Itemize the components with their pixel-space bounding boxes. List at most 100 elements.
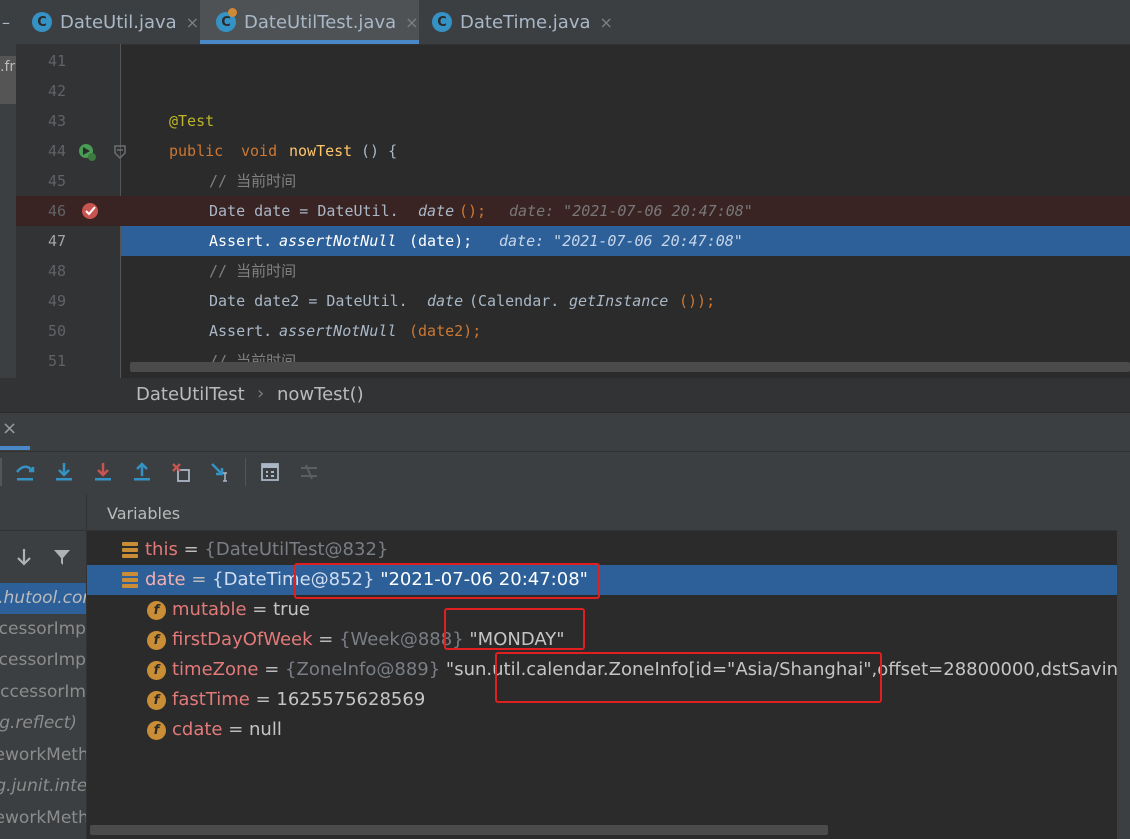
frame-item[interactable]: meworkMethod <box>0 740 86 771</box>
step-into-icon[interactable] <box>50 457 78 487</box>
variable-row-date[interactable]: date = {DateTime@852} "2021-07-06 20:47:… <box>87 565 1117 595</box>
variable-eq: = <box>258 659 286 680</box>
step-over-icon[interactable] <box>11 457 39 487</box>
variable-value: null <box>249 719 282 740</box>
code-text: (date); <box>409 232 473 250</box>
java-class-icon: C <box>32 12 52 32</box>
variable-row-firstdayofweek[interactable]: f firstDayOfWeek = {Week@888} "MONDAY" <box>87 625 1117 655</box>
trace-stream-icon[interactable] <box>295 457 323 487</box>
variable-eq: = <box>249 689 277 710</box>
variable-name: firstDayOfWeek <box>172 629 313 650</box>
frame-item[interactable]: dAccessorImpl <box>0 677 86 708</box>
project-panel-strip[interactable]: .fr <box>0 44 16 379</box>
close-debug-tab-icon[interactable]: × <box>2 418 17 439</box>
highlight-box-timezone <box>495 652 882 703</box>
method-name: nowTest <box>289 142 353 160</box>
code-line-43: @Test <box>121 106 1130 136</box>
tab-dateutil[interactable]: C DateUtil.java × <box>24 0 207 44</box>
field-icon: f <box>147 691 166 710</box>
method-call: getInstance <box>569 292 669 310</box>
frame-item[interactable]: org.junit.inte <box>0 771 86 802</box>
line-number: 49 <box>47 292 66 310</box>
toolbar-divider <box>245 458 246 486</box>
line-number: 41 <box>47 52 66 70</box>
variable-row-cdate[interactable]: f cdate = null <box>87 715 1117 745</box>
breadcrumb-class[interactable]: DateUtilTest <box>136 384 245 405</box>
frame-item[interactable]: meworkMethod <box>0 803 86 834</box>
field-icon: f <box>147 601 166 620</box>
breadcrumb-separator: › <box>257 383 265 404</box>
variable-value: true <box>273 599 311 620</box>
run-test-icon[interactable] <box>77 142 97 162</box>
step-out-icon[interactable] <box>128 457 156 487</box>
breakpoint-icon[interactable] <box>81 201 101 221</box>
frame-item[interactable]: AccessorImpl <box>0 614 86 645</box>
variable-row-mutable[interactable]: f mutable = true <box>87 595 1117 625</box>
variable-type: {DateUtilTest@832} <box>204 539 389 560</box>
drop-frame-icon[interactable] <box>167 457 195 487</box>
variable-eq: = <box>246 599 274 620</box>
force-step-into-icon[interactable] <box>89 457 117 487</box>
tab-overflow[interactable]: – <box>0 0 14 44</box>
run-to-cursor-icon[interactable] <box>206 457 234 487</box>
code-line-49: Date date2 = DateUtil. date (Calendar. g… <box>121 286 1130 316</box>
code-line-45: // 当前时间 <box>121 166 1130 196</box>
code-text: Assert. <box>209 322 273 340</box>
field-icon: f <box>147 661 166 680</box>
code-line-44: public void nowTest () { <box>121 136 1130 166</box>
tab-label: DateUtilTest.java <box>244 11 397 33</box>
variable-type: {ZoneInfo@889} <box>285 659 441 680</box>
variables-vertical-scrollbar[interactable] <box>1117 494 1130 839</box>
variable-name: this <box>145 539 178 560</box>
frame-item[interactable]: cn.hutool.core <box>0 583 86 614</box>
variable-row-this[interactable]: this = {DateUtilTest@832} <box>87 535 1117 565</box>
variable-name: mutable <box>172 599 247 620</box>
variable-name: cdate <box>172 719 223 740</box>
line-number: 50 <box>47 322 66 340</box>
inline-debug-value: date: "2021-07-06 20:47:08" <box>499 232 743 250</box>
code-text: (); <box>459 202 487 220</box>
frame-item[interactable]: ang.reflect) <box>0 708 86 739</box>
code-line-48: // 当前时间 <box>121 256 1130 286</box>
method-call: assertNotNull <box>279 322 397 340</box>
variable-name: date <box>145 569 186 590</box>
breadcrumb-method[interactable]: nowTest() <box>277 384 364 405</box>
line-number: 42 <box>47 82 66 100</box>
close-tab-icon[interactable]: × <box>600 13 613 32</box>
variables-header: Variables <box>87 494 1117 531</box>
field-icon: f <box>147 721 166 740</box>
close-tab-icon[interactable]: × <box>405 13 418 32</box>
line-number: 43 <box>47 112 66 130</box>
line-number-current: 47 <box>47 232 66 250</box>
variables-title: Variables <box>107 504 181 523</box>
variables-horizontal-scrollbar[interactable] <box>90 825 828 835</box>
project-panel-text: .fr <box>0 59 16 75</box>
variable-eq: = <box>177 539 205 560</box>
editor-horizontal-scrollbar[interactable] <box>130 362 1130 372</box>
keyword: public <box>169 142 224 160</box>
annotation-test: @Test <box>169 112 215 130</box>
tab-label: DateUtil.java <box>60 11 177 33</box>
variable-eq: = <box>222 719 250 740</box>
filter-icon[interactable] <box>52 547 72 567</box>
method-call: date <box>427 292 464 310</box>
object-icon <box>122 542 138 558</box>
toolbar-divider <box>0 458 2 486</box>
code-text: Date date = DateUtil. <box>209 202 399 220</box>
line-number: 48 <box>47 262 66 280</box>
variable-eq: = <box>312 629 340 650</box>
variable-name: fastTime <box>172 689 250 710</box>
frame-item[interactable]: AccessorImpl <box>0 645 86 676</box>
java-class-icon: C <box>432 12 452 32</box>
close-tab-icon[interactable]: × <box>186 13 199 32</box>
code-line-51: // 当前时间 <box>121 346 1130 362</box>
highlight-box-monday <box>444 608 585 650</box>
tab-datetime[interactable]: C DateTime.java × <box>424 0 621 44</box>
tab-dateutiltest[interactable]: C DateUtilTest.java × <box>200 0 419 44</box>
method-call: date <box>418 202 455 220</box>
evaluate-expression-icon[interactable] <box>256 457 284 487</box>
breadcrumb: DateUtilTest › nowTest() <box>0 378 1130 412</box>
arrow-down-icon[interactable] <box>14 547 34 567</box>
code-line-46: Date date = DateUtil. date (); date: "20… <box>121 196 1130 226</box>
field-icon: f <box>147 631 166 650</box>
